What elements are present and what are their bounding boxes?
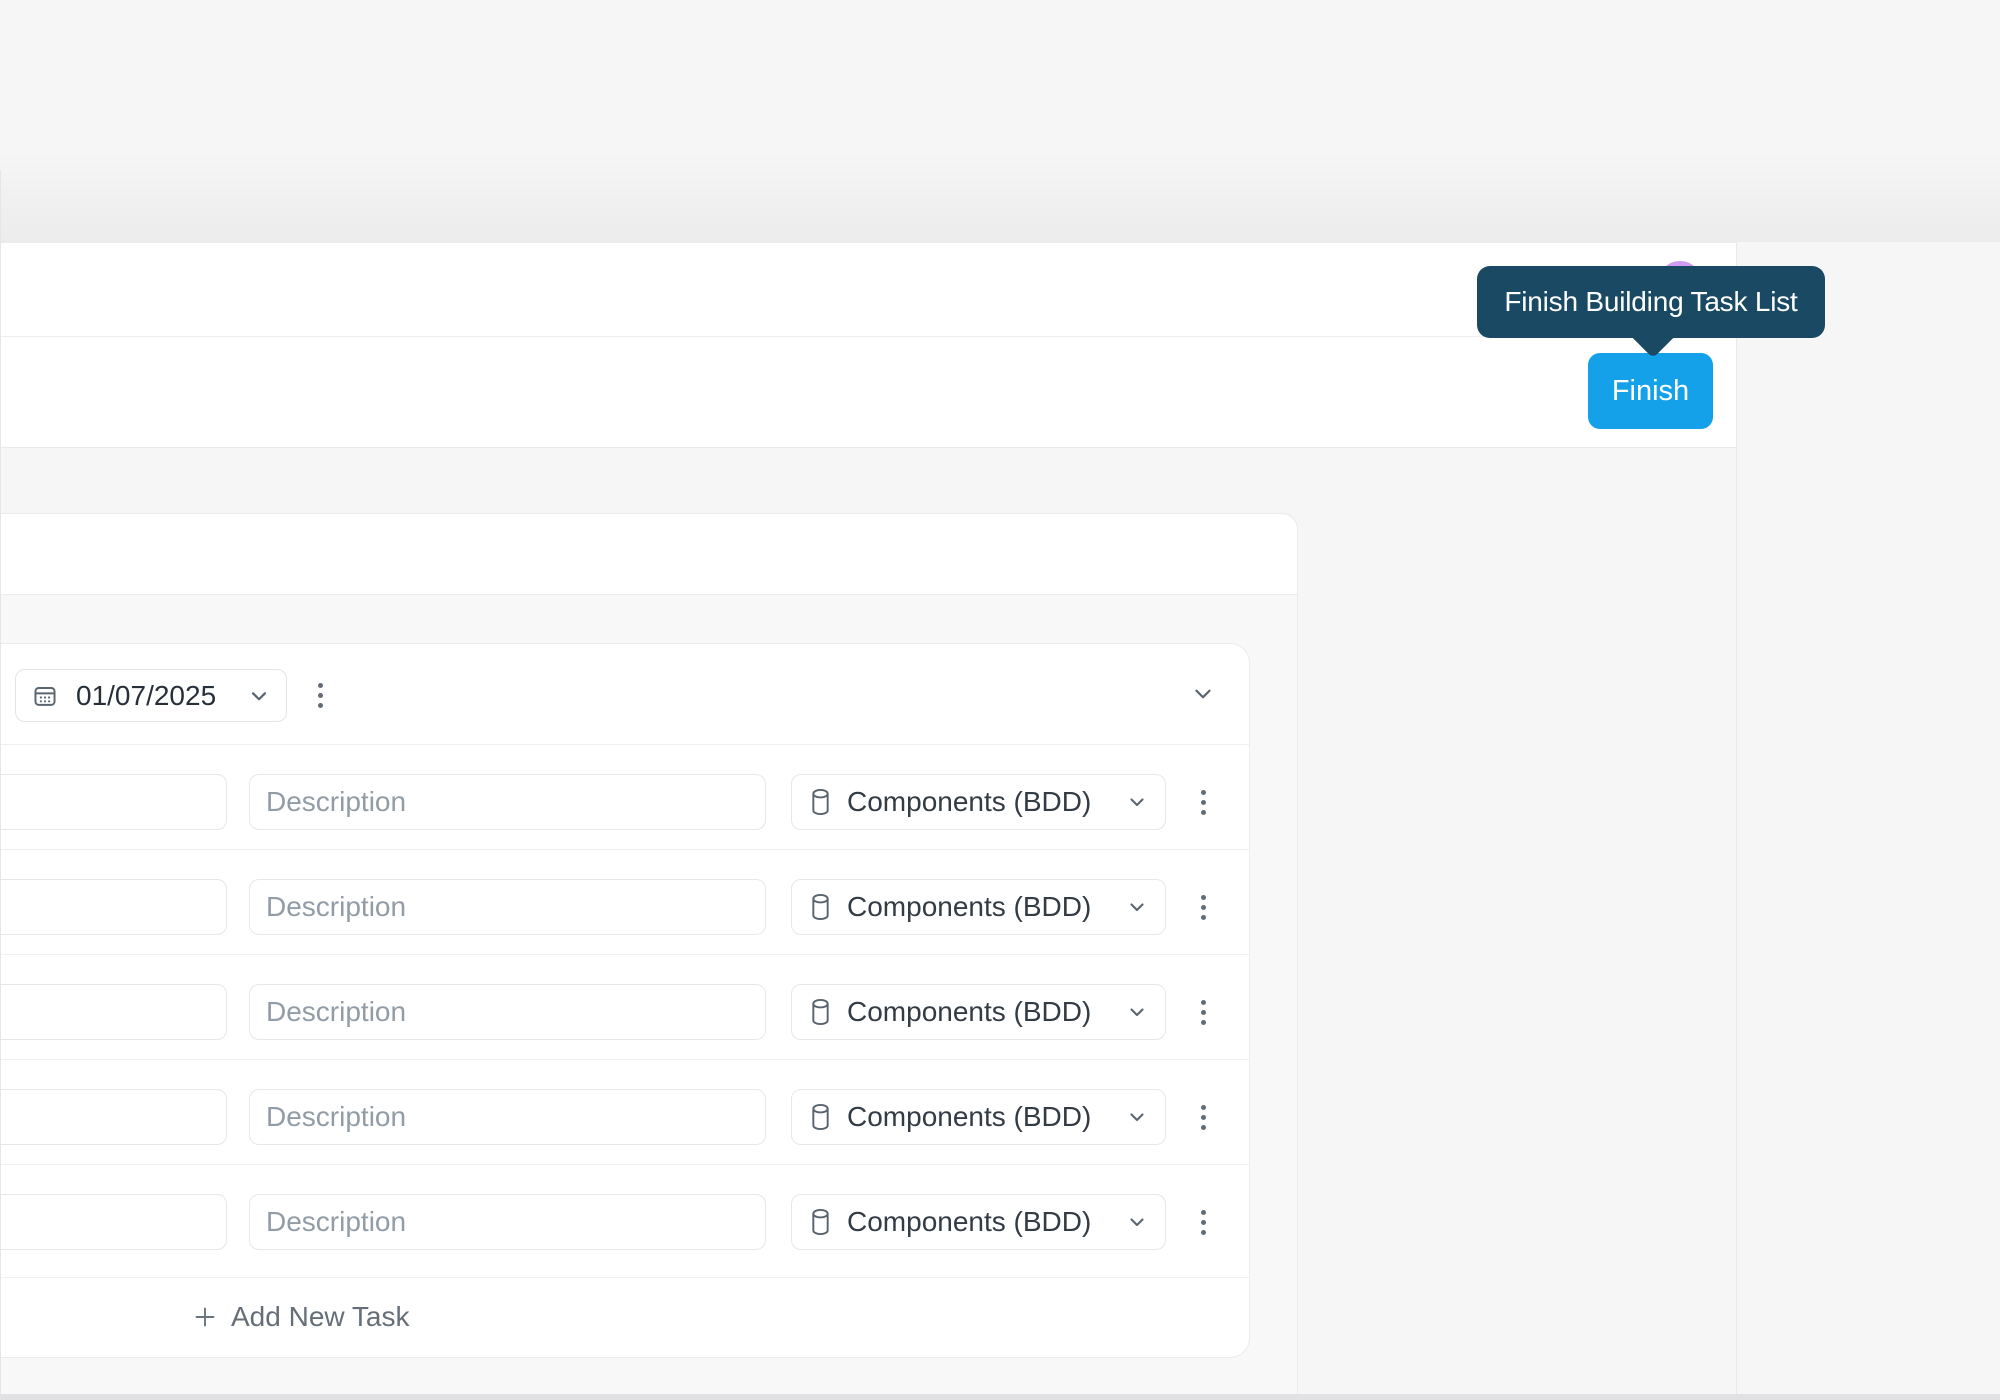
task-row-kebab-icon[interactable] bbox=[1192, 984, 1214, 1040]
chevron-down-icon bbox=[1130, 1113, 1144, 1122]
bottom-edge-strip bbox=[0, 1394, 2000, 1400]
database-icon bbox=[812, 893, 829, 921]
task-name-input[interactable] bbox=[0, 774, 227, 830]
task-row: Components (BDD) bbox=[0, 1060, 1249, 1165]
task-row-kebab-icon[interactable] bbox=[1192, 879, 1214, 935]
chevron-down-icon bbox=[1130, 1008, 1144, 1017]
header-band-divider bbox=[0, 336, 1736, 337]
top-shadow-gradient bbox=[0, 150, 2000, 242]
app-viewport: Finish Building Task List Finish 01/07/2… bbox=[0, 0, 2000, 1400]
add-new-task-label: Add New Task bbox=[231, 1301, 410, 1332]
component-select-label: Components (BDD) bbox=[847, 891, 1092, 922]
database-icon bbox=[812, 1103, 829, 1131]
chevron-down-icon bbox=[1130, 1218, 1144, 1227]
component-select[interactable]: Components (BDD) bbox=[791, 879, 1166, 935]
component-select[interactable]: Components (BDD) bbox=[791, 984, 1166, 1040]
database-icon bbox=[812, 1208, 829, 1236]
task-row: Components (BDD) bbox=[0, 745, 1249, 850]
task-row-kebab-icon[interactable] bbox=[1192, 1089, 1214, 1145]
task-name-input[interactable] bbox=[0, 879, 227, 935]
component-select[interactable]: Components (BDD) bbox=[791, 1194, 1166, 1250]
component-select-label: Components (BDD) bbox=[847, 1206, 1092, 1237]
content-right-border bbox=[1736, 242, 1737, 1400]
chevron-down-icon bbox=[251, 691, 267, 700]
task-name-input[interactable] bbox=[0, 984, 227, 1040]
database-icon bbox=[812, 998, 829, 1026]
tasks-panel-header bbox=[0, 514, 1297, 595]
calendar-icon bbox=[34, 686, 56, 706]
section-collapse-chevron-down-icon[interactable] bbox=[1190, 681, 1216, 707]
tooltip-text: Finish Building Task List bbox=[1504, 286, 1798, 317]
task-name-input[interactable] bbox=[0, 1089, 227, 1145]
chevron-down-icon bbox=[1130, 903, 1144, 912]
task-name-input[interactable] bbox=[0, 1194, 227, 1250]
add-new-task-button[interactable]: Add New Task bbox=[193, 1278, 409, 1356]
component-select[interactable]: Components (BDD) bbox=[791, 1089, 1166, 1145]
task-row: Components (BDD) bbox=[0, 955, 1249, 1060]
component-select-label: Components (BDD) bbox=[847, 786, 1092, 817]
finish-button[interactable]: Finish bbox=[1588, 353, 1713, 429]
component-select-label: Components (BDD) bbox=[847, 1101, 1092, 1132]
task-list-card: 01/07/2025 Components (BDD) bbox=[0, 643, 1250, 1358]
task-row: Components (BDD) bbox=[0, 1165, 1249, 1278]
add-task-row: Add New Task bbox=[0, 1278, 1249, 1356]
finish-tooltip: Finish Building Task List bbox=[1477, 266, 1825, 359]
date-header-row: 01/07/2025 bbox=[0, 644, 1249, 745]
component-select[interactable]: Components (BDD) bbox=[791, 774, 1166, 830]
task-rows: Components (BDD) Components (BDD) bbox=[0, 745, 1249, 1278]
database-icon bbox=[812, 788, 829, 816]
header-band bbox=[0, 242, 1736, 448]
date-picker-button[interactable]: 01/07/2025 bbox=[15, 669, 287, 722]
date-menu-kebab-icon[interactable] bbox=[309, 669, 331, 722]
task-row-kebab-icon[interactable] bbox=[1192, 1194, 1214, 1250]
date-value: 01/07/2025 bbox=[76, 679, 217, 711]
task-description-input[interactable] bbox=[249, 879, 766, 935]
chevron-down-icon bbox=[1130, 798, 1144, 807]
task-description-input[interactable] bbox=[249, 1089, 766, 1145]
task-description-input[interactable] bbox=[249, 1194, 766, 1250]
plus-icon bbox=[195, 1307, 215, 1327]
task-description-input[interactable] bbox=[249, 984, 766, 1040]
task-row-kebab-icon[interactable] bbox=[1192, 774, 1214, 830]
window-left-edge bbox=[0, 170, 1, 1400]
task-description-input[interactable] bbox=[249, 774, 766, 830]
component-select-label: Components (BDD) bbox=[847, 996, 1092, 1027]
task-row: Components (BDD) bbox=[0, 850, 1249, 955]
